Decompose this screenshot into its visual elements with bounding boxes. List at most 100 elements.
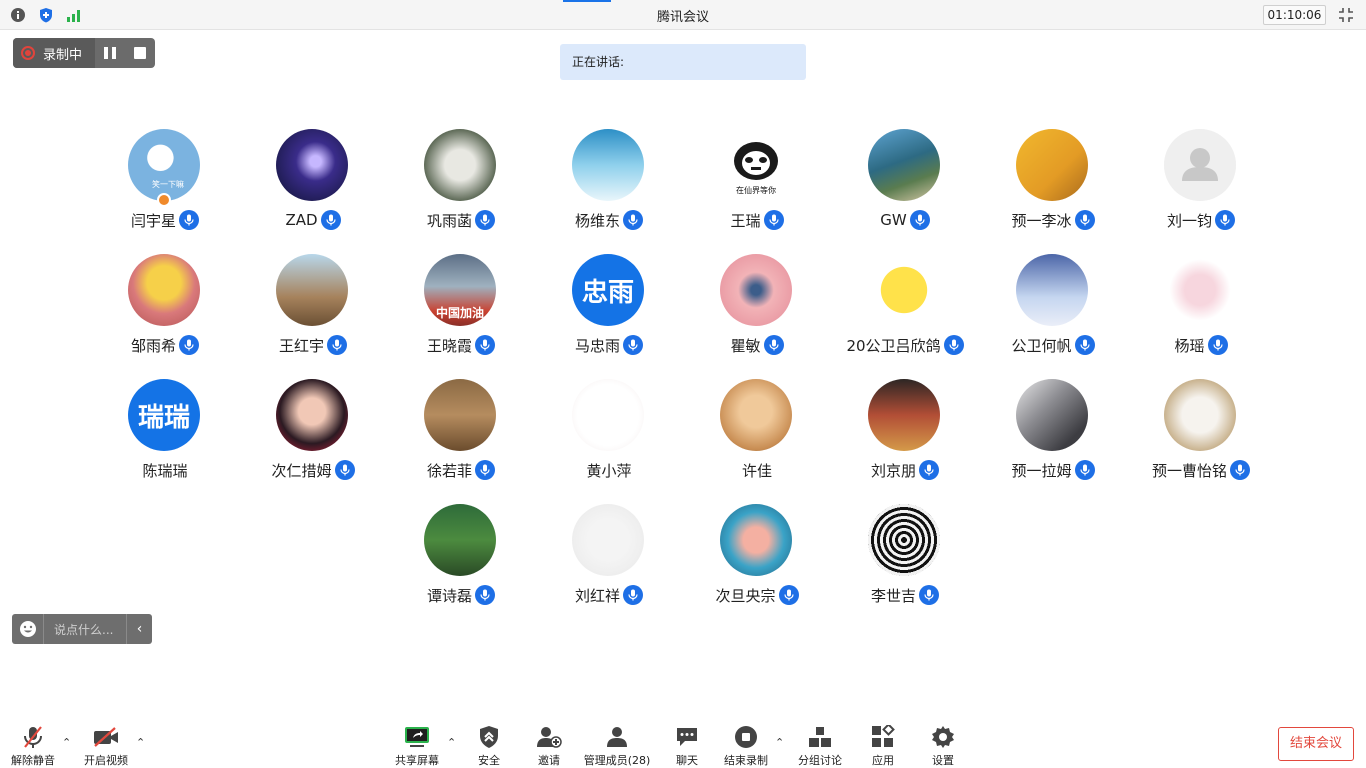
participant-tile[interactable]: ZAD (239, 129, 387, 239)
bottom-toolbar: 解除静音 ⌃ 开启视频 ⌃ 共享屏幕 ⌃ 安全 邀请 管理成员(28) 聊天 结… (0, 716, 1366, 768)
participant-tile[interactable]: 中国加油 王晓霞 (387, 254, 535, 364)
shield-icon[interactable] (37, 6, 55, 24)
participant-tile[interactable]: 王红宇 (239, 254, 387, 364)
participant-name: 邹雨希 (130, 336, 176, 355)
mic-icon (327, 335, 347, 355)
participant-name: 陈瑞瑞 (142, 461, 188, 480)
share-screen-button[interactable]: 共享屏幕 (394, 724, 440, 768)
chat-button[interactable]: 聊天 (668, 724, 706, 768)
participant-name: 马忠雨 (574, 336, 620, 355)
participant-name: 20公卫吕欣鸽 (846, 336, 941, 355)
chat-input[interactable]: 说点什么... (44, 621, 126, 638)
avatar (1164, 379, 1236, 451)
participant-tile[interactable]: 预一曹怡铭 (1127, 379, 1275, 489)
avatar (424, 129, 496, 201)
mic-icon (179, 210, 199, 230)
manage-members-button[interactable]: 管理成员(28) (584, 724, 650, 768)
participant-tile[interactable]: 忠雨 马忠雨 (535, 254, 683, 364)
end-meeting-button[interactable]: 结束会议 (1278, 727, 1354, 761)
security-button[interactable]: 安全 (470, 724, 508, 768)
participant-tile[interactable]: 公卫何帆 (979, 254, 1127, 364)
mic-icon (320, 210, 341, 230)
mic-icon (919, 460, 939, 480)
participant-tile[interactable]: 谭诗磊 (387, 504, 535, 614)
chat-quick-input[interactable]: 说点什么... ‹ (12, 614, 152, 644)
apps-label: 应用 (872, 754, 894, 767)
participant-tile[interactable]: 次仁措姆 (239, 379, 387, 489)
participant-tile[interactable]: 瞿敏 (683, 254, 831, 364)
participant-tile[interactable]: 邹雨希 (91, 254, 239, 364)
avatar: 忠雨 (572, 254, 644, 326)
security-icon (475, 724, 503, 749)
meeting-window: 腾讯会议 01:10:06 录制中 正在讲话: 笑一下嘛 闫宇星 ZAD 巩雨菡 杨维东… (0, 0, 1366, 768)
participant-name-row: 马忠雨 (535, 334, 683, 356)
participant-name-row: 次旦央宗 (683, 584, 831, 606)
participant-tile[interactable]: 在仙界等你 王瑞 (683, 129, 831, 239)
invite-button[interactable]: 邀请 (530, 724, 568, 768)
mic-icon (763, 335, 784, 355)
participant-name-row: ZAD (239, 209, 387, 231)
participant-tile[interactable]: 杨维东 (535, 129, 683, 239)
mic-icon (1074, 460, 1095, 480)
unmute-button[interactable]: 解除静音 (10, 724, 56, 768)
participant-tile[interactable]: 李世吉 (831, 504, 979, 614)
participant-tile[interactable]: 刘一钧 (1127, 129, 1275, 239)
participant-tile[interactable]: 瑞瑞 陈瑞瑞 (91, 379, 239, 489)
chevron-left-icon[interactable]: ‹ (126, 614, 152, 644)
participant-name-row: 徐若菲 (387, 459, 535, 481)
participant-tile[interactable]: 巩雨菡 (387, 129, 535, 239)
avatar-caption: 在仙界等你 (736, 186, 776, 195)
stop-recording-toolbar-button[interactable]: 结束录制 (722, 724, 770, 768)
avatar (276, 129, 348, 201)
record-options-chevron-icon[interactable]: ⌃ (775, 736, 784, 749)
participant-name-row: GW (831, 209, 979, 231)
participant-tile[interactable]: 次旦央宗 (683, 504, 831, 614)
participant-tile[interactable]: 刘红祥 (535, 504, 683, 614)
avatar (1016, 254, 1088, 326)
record-icon (21, 46, 35, 60)
start-video-button[interactable]: 开启视频 (82, 724, 130, 768)
fullscreen-icon[interactable] (1337, 6, 1355, 24)
host-badge-icon (157, 193, 171, 207)
settings-button[interactable]: 设置 (924, 724, 962, 768)
avatar-text: 瑞瑞 (137, 402, 190, 433)
avatar (720, 504, 792, 576)
video-off-icon (92, 724, 120, 749)
title-accent (563, 0, 611, 2)
stop-recording-label: 结束录制 (724, 754, 768, 767)
participant-tile[interactable]: 徐若菲 (387, 379, 535, 489)
participant-tile[interactable]: 许佳 (683, 379, 831, 489)
signal-icon[interactable] (65, 6, 83, 24)
share-options-chevron-icon[interactable]: ⌃ (447, 736, 456, 749)
participant-name-row: 王晓霞 (387, 334, 535, 356)
participant-name: 徐若菲 (426, 461, 472, 480)
breakout-label: 分组讨论 (798, 754, 842, 767)
avatar (868, 379, 940, 451)
participant-name-row: 杨维东 (535, 209, 683, 231)
info-icon[interactable] (9, 6, 27, 24)
participant-tile[interactable]: 预一李冰 (979, 129, 1127, 239)
apps-button[interactable]: 应用 (864, 724, 902, 768)
avatar (276, 254, 348, 326)
participant-tile[interactable]: 杨瑶 (1127, 254, 1275, 364)
participant-tile[interactable]: 刘京朋 (831, 379, 979, 489)
participant-name: 预一李冰 (1011, 211, 1072, 230)
avatar (868, 254, 940, 326)
stop-recording-button[interactable] (125, 38, 155, 68)
pause-recording-button[interactable] (95, 38, 125, 68)
participant-tile[interactable]: 笑一下嘛 闫宇星 (91, 129, 239, 239)
audio-options-chevron-icon[interactable]: ⌃ (62, 736, 71, 749)
participant-tile[interactable]: 20公卫吕欣鸽 (831, 254, 979, 364)
participant-tile[interactable]: 预一拉姆 (979, 379, 1127, 489)
mic-icon (778, 585, 799, 605)
video-options-chevron-icon[interactable]: ⌃ (136, 736, 145, 749)
participant-tile[interactable]: GW (831, 129, 979, 239)
mic-icon (475, 460, 495, 480)
participant-tile[interactable]: 黄小萍 (535, 379, 683, 489)
breakout-rooms-button[interactable]: 分组讨论 (796, 724, 844, 768)
security-label: 安全 (478, 754, 500, 767)
participant-name-row: 邹雨希 (91, 334, 239, 356)
mic-icon (1207, 335, 1228, 355)
avatar (1164, 129, 1236, 201)
emoji-icon[interactable] (12, 614, 44, 644)
